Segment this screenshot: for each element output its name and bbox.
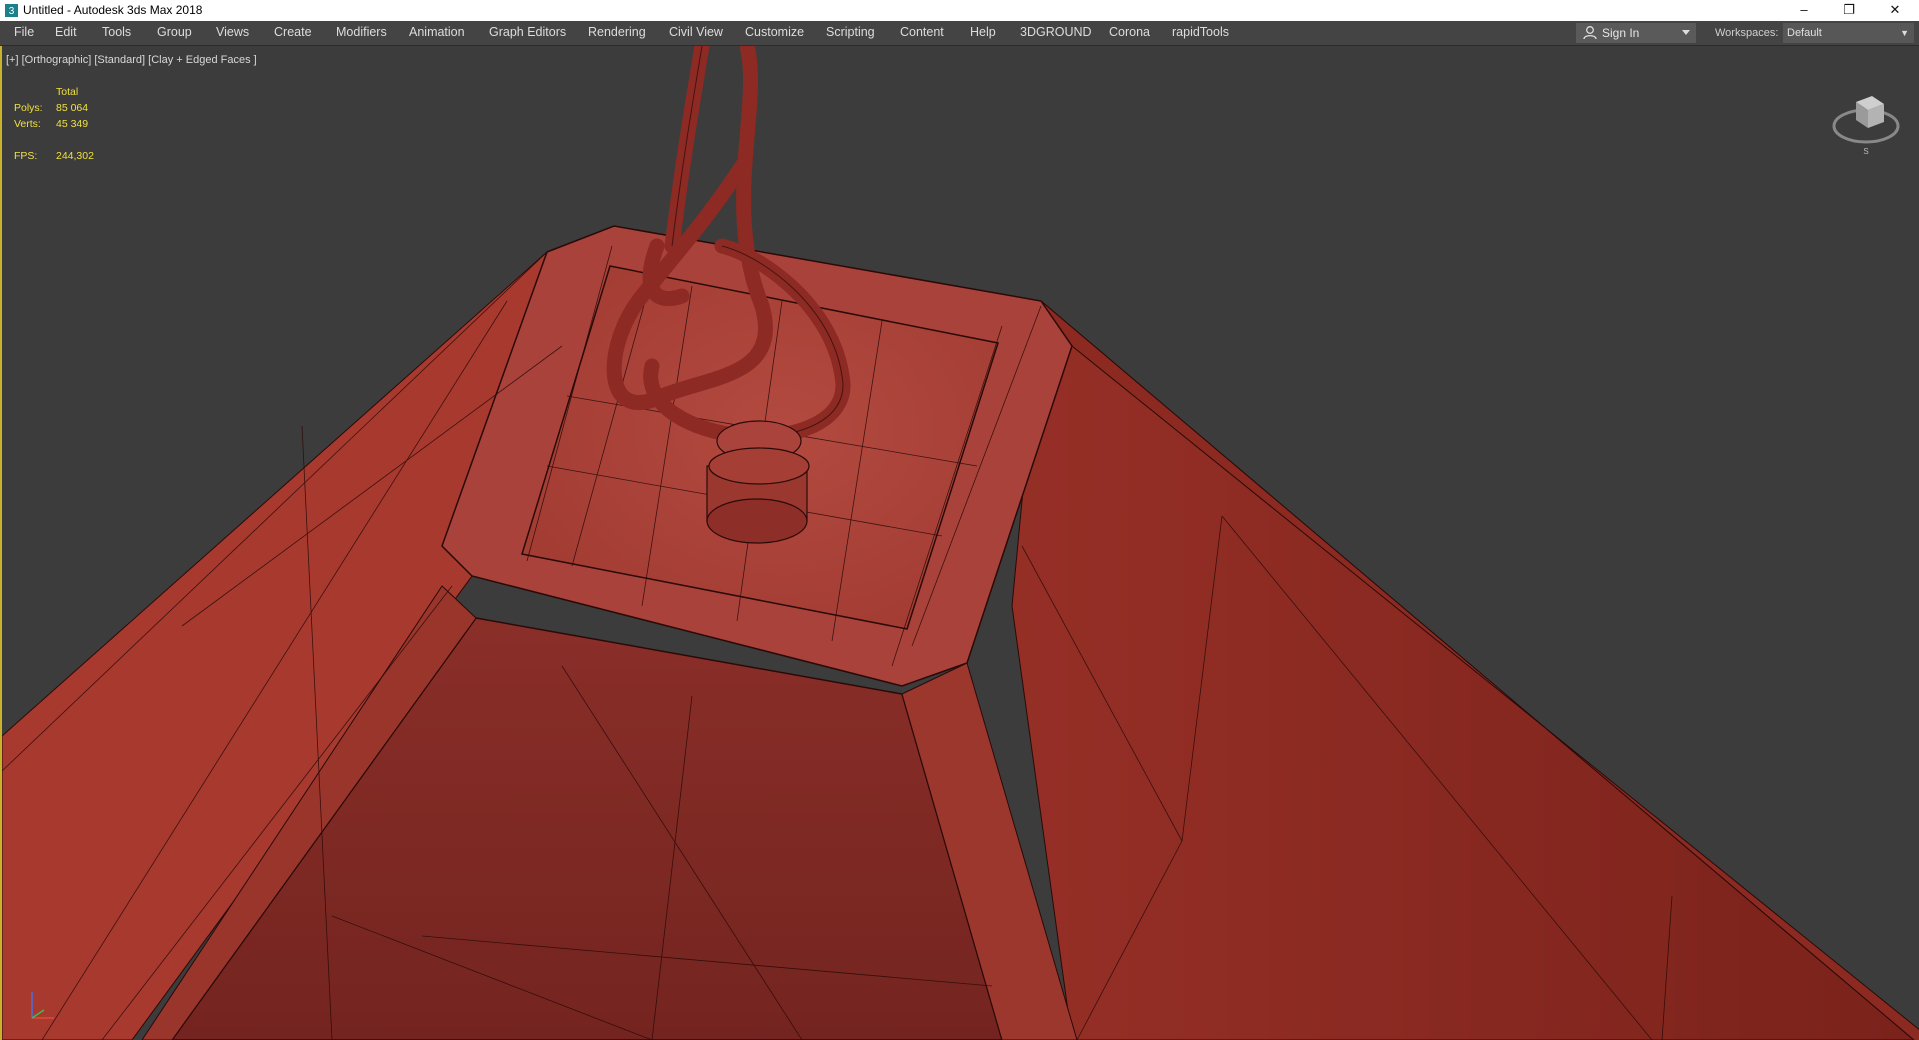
menu-create[interactable]: Create xyxy=(274,25,312,39)
verts-label: Verts: xyxy=(14,118,41,130)
menu-scripting[interactable]: Scripting xyxy=(826,25,875,39)
viewcube-icon[interactable]: S xyxy=(1826,76,1906,156)
menu-animation[interactable]: Animation xyxy=(409,25,465,39)
workspaces-value: Default xyxy=(1787,27,1822,39)
app-icon: 3 xyxy=(5,4,18,17)
menu-group[interactable]: Group xyxy=(157,25,192,39)
workspaces-select[interactable]: Default ▼ xyxy=(1783,23,1914,43)
menu-modifiers[interactable]: Modifiers xyxy=(336,25,387,39)
svg-text:S: S xyxy=(1863,147,1868,156)
menu-customize[interactable]: Customize xyxy=(745,25,804,39)
sign-in-dropdown[interactable]: Sign In xyxy=(1576,23,1696,43)
menu-content[interactable]: Content xyxy=(900,25,944,39)
perspective-viewport[interactable]: [+] [Orthographic] [Standard] [Clay + Ed… xyxy=(0,46,1919,1040)
menu-3dground[interactable]: 3DGROUND xyxy=(1020,25,1092,39)
user-icon xyxy=(1583,26,1597,40)
fps-value: 244,302 xyxy=(56,150,94,162)
chevron-down-icon: ▼ xyxy=(1900,28,1909,38)
menu-bar: File Edit Tools Group Views Create Modif… xyxy=(0,21,1919,46)
scene-render xyxy=(2,46,1919,1040)
verts-value: 45 349 xyxy=(56,118,89,130)
menu-civil-view[interactable]: Civil View xyxy=(669,25,723,39)
stats-header: Total xyxy=(56,86,79,98)
menu-corona[interactable]: Corona xyxy=(1109,25,1150,39)
svg-text:3: 3 xyxy=(9,6,15,17)
menu-help[interactable]: Help xyxy=(970,25,996,39)
polys-label: Polys: xyxy=(14,102,43,114)
axis-tripod-icon xyxy=(31,992,54,1019)
chevron-down-icon xyxy=(1682,30,1690,35)
restore-button[interactable]: ❐ xyxy=(1826,0,1872,21)
menu-tools[interactable]: Tools xyxy=(102,25,131,39)
menu-rapidtools[interactable]: rapidTools xyxy=(1172,25,1229,39)
viewport-label[interactable]: [+] [Orthographic] [Standard] [Clay + Ed… xyxy=(6,54,257,66)
window-title: Untitled - Autodesk 3ds Max 2018 xyxy=(23,3,203,17)
close-button[interactable]: ✕ xyxy=(1872,0,1918,21)
menu-graph-editors[interactable]: Graph Editors xyxy=(489,25,566,39)
menu-file[interactable]: File xyxy=(14,25,34,39)
title-bar: 3 Untitled - Autodesk 3ds Max 2018 – ❐ ✕ xyxy=(0,0,1919,21)
minimize-button[interactable]: – xyxy=(1781,0,1827,21)
polys-value: 85 064 xyxy=(56,102,89,114)
fps-label: FPS: xyxy=(14,150,38,162)
menu-views[interactable]: Views xyxy=(216,25,249,39)
workspaces-label: Workspaces: xyxy=(1715,27,1779,39)
sign-in-label: Sign In xyxy=(1602,26,1640,40)
menu-rendering[interactable]: Rendering xyxy=(588,25,646,39)
menu-edit[interactable]: Edit xyxy=(55,25,77,39)
